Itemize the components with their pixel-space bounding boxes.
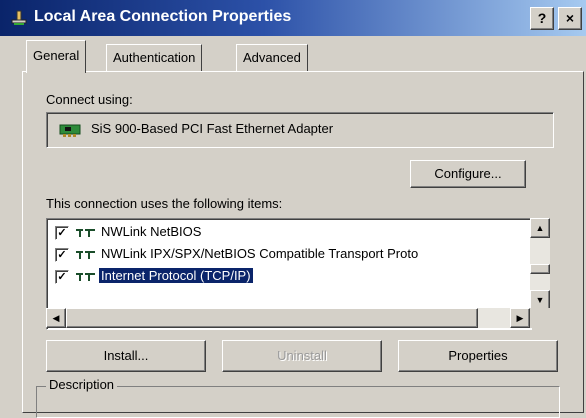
scroll-up-icon[interactable]: ▲ (530, 218, 550, 238)
window-title: Local Area Connection Properties (34, 8, 292, 25)
items-label: This connection uses the following items… (46, 196, 283, 211)
tab-general[interactable]: General (26, 40, 87, 73)
help-button[interactable]: ? (530, 7, 554, 30)
tab-advanced[interactable]: Advanced (236, 44, 308, 71)
scroll-right-icon[interactable]: ▶ (510, 308, 530, 328)
scrollbar-corner (530, 308, 550, 328)
scroll-down-icon[interactable]: ▼ (530, 290, 550, 310)
close-button[interactable]: × (558, 7, 582, 30)
properties-button[interactable]: Properties (398, 340, 558, 372)
adapter-display: SiS 900-Based PCI Fast Ethernet Adapter (46, 112, 554, 148)
scroll-thumb-horizontal[interactable] (66, 308, 478, 328)
network-adapter-icon (59, 124, 81, 137)
network-protocol-icon (76, 251, 95, 259)
install-button[interactable]: Install... (46, 340, 206, 372)
item-checkbox[interactable]: ✓ (55, 248, 69, 262)
item-checkbox[interactable]: ✓ (55, 226, 69, 240)
network-protocol-icon (76, 229, 95, 237)
connect-using-label: Connect using: (46, 92, 133, 107)
network-protocol-icon (76, 273, 95, 281)
scroll-left-icon[interactable]: ◀ (46, 308, 66, 328)
item-checkbox[interactable]: ✓ (55, 270, 69, 284)
item-label: NWLink NetBIOS (101, 224, 202, 239)
horizontal-scrollbar[interactable]: ◀ ▶ (46, 308, 530, 328)
configure-button[interactable]: Configure... (410, 160, 526, 188)
vertical-scrollbar[interactable]: ▲ ▼ (530, 218, 550, 310)
item-label: Internet Protocol (TCP/IP) (99, 268, 253, 283)
tab-authentication[interactable]: Authentication (106, 44, 203, 71)
adapter-name: SiS 900-Based PCI Fast Ethernet Adapter (91, 121, 334, 136)
uninstall-button: Uninstall (222, 340, 382, 372)
title-bar: Local Area Connection Properties ? × (0, 0, 586, 36)
item-label: NWLink IPX/SPX/NetBIOS Compatible Transp… (101, 246, 419, 261)
network-connection-icon (11, 10, 27, 25)
scroll-thumb[interactable] (530, 264, 550, 274)
description-label: Description (46, 377, 118, 392)
